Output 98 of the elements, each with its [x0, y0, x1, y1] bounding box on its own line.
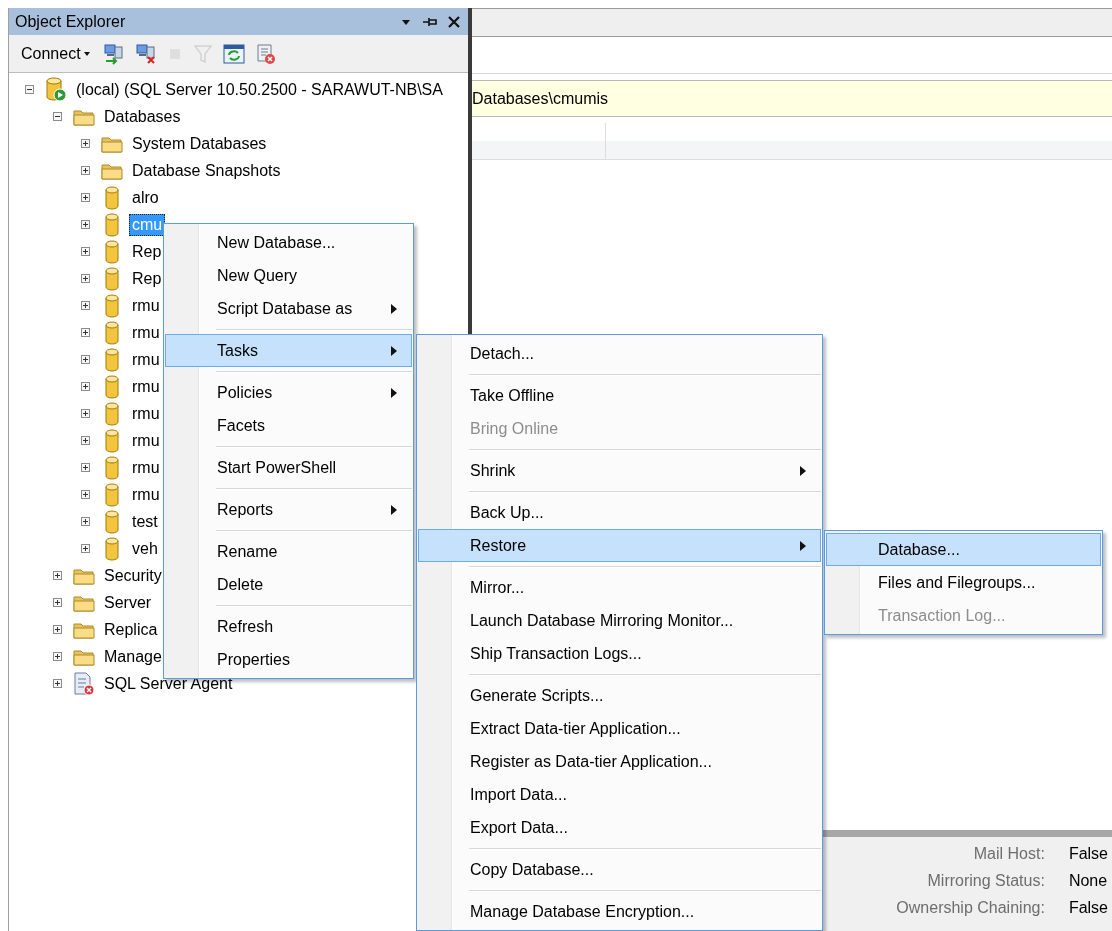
menu-item[interactable]: Tasks [165, 334, 412, 367]
menu-item[interactable]: Copy Database... [418, 853, 821, 886]
menu-item[interactable]: Register as Data-tier Application... [418, 745, 821, 778]
expand-toggle[interactable] [81, 463, 90, 472]
expand-toggle[interactable] [81, 517, 90, 526]
expand-toggle[interactable] [81, 274, 90, 283]
tree-item[interactable]: Manage [101, 645, 165, 668]
menu-item[interactable]: New Query [165, 259, 412, 292]
tree-item[interactable]: veh [129, 537, 161, 560]
menu-item[interactable]: Launch Database Mirroring Monitor... [418, 604, 821, 637]
tree-item[interactable]: Rep [129, 240, 165, 263]
menu-item[interactable]: Mirror... [418, 571, 821, 604]
menu-item[interactable]: Ship Transaction Logs... [418, 637, 821, 670]
path-text: Databases\cmumis [472, 89, 609, 108]
tree-item[interactable]: alro [129, 186, 162, 209]
tree-item[interactable]: rmu [129, 375, 163, 398]
tree-item[interactable]: (local) (SQL Server 10.50.2500 - SARAWUT-NB\SA [73, 78, 446, 101]
tree-item[interactable]: rmu [129, 348, 163, 371]
tree-item[interactable]: test [129, 510, 161, 533]
tree-item[interactable]: Databases [101, 105, 184, 128]
expand-toggle[interactable] [81, 328, 90, 337]
tree-item[interactable]: rmu [129, 402, 163, 425]
property-label: Mirroring Status: [926, 872, 1045, 890]
menu-item[interactable]: Generate Scripts... [418, 679, 821, 712]
expand-toggle[interactable] [53, 571, 62, 580]
panel-title: Object Explorer [15, 12, 127, 31]
menu-item[interactable]: Detach... [418, 337, 821, 370]
folder-icon [72, 107, 95, 126]
agent-icon [72, 671, 95, 696]
expand-toggle[interactable] [81, 247, 90, 256]
menu-item[interactable]: Extract Data-tier Application... [418, 712, 821, 745]
connect-button[interactable]: Connect [19, 42, 93, 65]
script-stop-icon[interactable] [254, 42, 277, 65]
folder-icon [72, 647, 95, 666]
folder-icon [72, 620, 95, 639]
expand-toggle[interactable] [81, 436, 90, 445]
property-label: Ownership Chaining: [896, 899, 1045, 917]
menu-item[interactable]: Shrink [418, 454, 821, 487]
menu-item[interactable]: Script Database as [165, 292, 412, 325]
property-value: None [1068, 872, 1108, 890]
menu-item[interactable]: Reports [165, 493, 412, 526]
menu-item[interactable]: Policies [165, 376, 412, 409]
caret-icon [82, 49, 91, 58]
property-label: Mail Host: [972, 845, 1045, 863]
menu-item[interactable]: New Database... [165, 226, 412, 259]
expand-toggle[interactable] [53, 625, 62, 634]
tree-item[interactable]: Rep [129, 267, 165, 290]
folder-icon [72, 593, 95, 612]
menu-item[interactable]: Refresh [165, 610, 412, 643]
menu-item[interactable]: Rename [165, 535, 412, 568]
folder-icon [100, 134, 123, 153]
menu-item[interactable]: Properties [165, 643, 412, 676]
tree-item[interactable]: rmu [129, 429, 163, 452]
expand-toggle[interactable] [81, 301, 90, 310]
tree-item[interactable]: Database Snapshots [129, 159, 284, 182]
menu-item[interactable]: Facets [165, 409, 412, 442]
folder-icon [72, 566, 95, 585]
menu-item[interactable]: Import Data... [418, 778, 821, 811]
menu-item[interactable]: Start PowerShell [165, 451, 412, 484]
expand-toggle[interactable] [53, 598, 62, 607]
expand-toggle[interactable] [81, 409, 90, 418]
menu-item[interactable]: Manage Database Encryption... [418, 895, 821, 928]
tree-item[interactable]: Server [101, 591, 155, 614]
expand-toggle[interactable] [81, 544, 90, 553]
tree-item[interactable]: System Databases [129, 132, 270, 155]
menu-item[interactable]: Restore [418, 529, 821, 562]
menu-item[interactable]: Take Offline [418, 379, 821, 412]
menu-item[interactable]: Database... [826, 533, 1101, 566]
tree-item[interactable]: rmu [129, 321, 163, 344]
expand-toggle[interactable] [81, 139, 90, 148]
tree-item[interactable]: rmu [129, 483, 163, 506]
menu-item[interactable]: Delete [165, 568, 412, 601]
expand-toggle[interactable] [53, 679, 62, 688]
tree-item[interactable]: rmu [129, 456, 163, 479]
expand-toggle[interactable] [81, 490, 90, 499]
tree-item[interactable]: rmu [129, 294, 163, 317]
property-value: False [1068, 899, 1108, 917]
refresh-icon[interactable] [222, 42, 245, 65]
pin-icon[interactable] [422, 15, 438, 28]
property-value: False [1068, 845, 1108, 863]
menu-item[interactable]: Export Data... [418, 811, 821, 844]
expand-toggle[interactable] [81, 193, 90, 202]
server-icon [44, 76, 67, 103]
connect-icon[interactable] [102, 42, 125, 65]
tree-item[interactable]: Security [101, 564, 165, 587]
menu-item[interactable]: Files and Filegroups... [826, 566, 1101, 599]
disconnect-icon[interactable] [134, 42, 157, 65]
expand-toggle[interactable] [53, 112, 62, 121]
expand-toggle[interactable] [53, 652, 62, 661]
expand-toggle[interactable] [81, 166, 90, 175]
expand-toggle[interactable] [81, 220, 90, 229]
expand-toggle[interactable] [81, 382, 90, 391]
expand-toggle[interactable] [81, 355, 90, 364]
expand-toggle[interactable] [25, 85, 34, 94]
folder-icon [100, 161, 123, 180]
close-icon[interactable] [448, 15, 460, 28]
tree-item[interactable]: Replica [101, 618, 161, 641]
menu-item[interactable]: Back Up... [418, 496, 821, 529]
